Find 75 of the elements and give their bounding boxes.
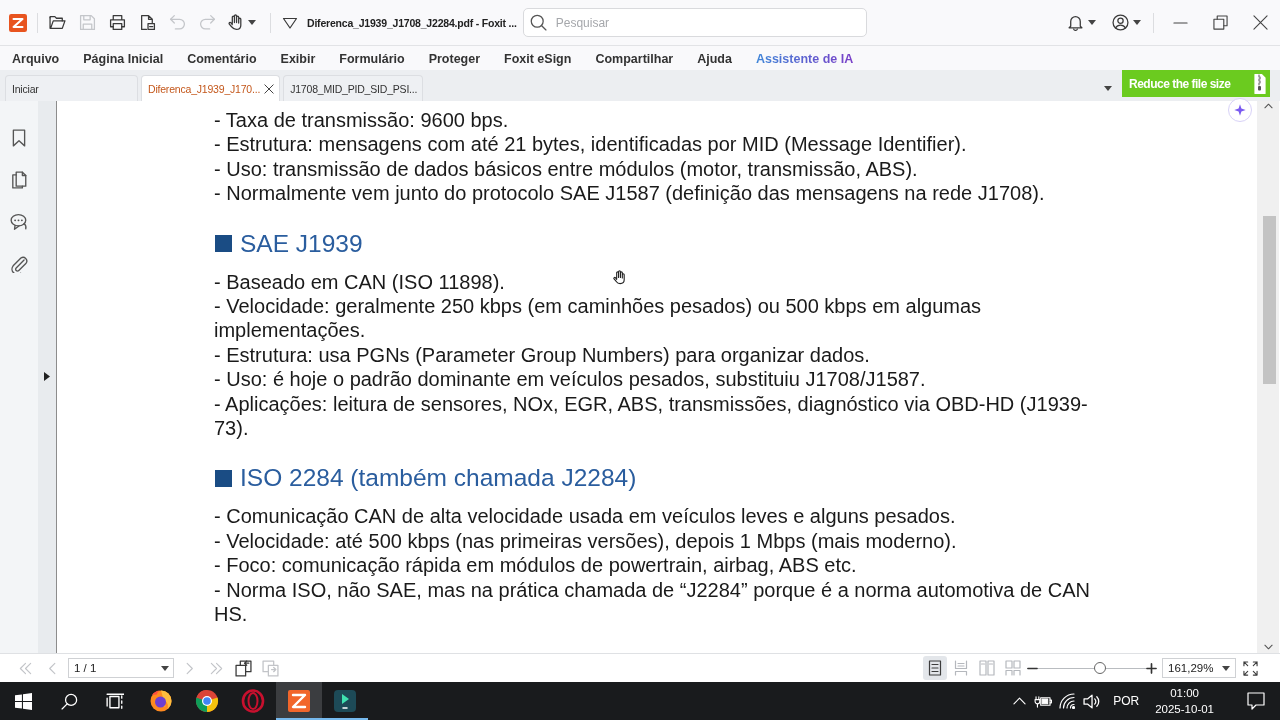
language-indicator[interactable]: POR — [1103, 682, 1148, 720]
close-icon[interactable] — [1252, 15, 1268, 30]
clock-button[interactable]: 01:00 2025-10-01 — [1147, 682, 1222, 720]
caret-icon[interactable] — [247, 20, 256, 25]
person-icon[interactable] — [1111, 14, 1129, 31]
speech-bubble-icon[interactable] — [1247, 692, 1265, 710]
list-item-text: - Foco: comunicação rápida em módulos de powertrain, airbag, ABS etc. — [214, 553, 857, 578]
list-item-text: - Uso: é hoje o padrão dominante em veículos pesados, substituiu J1708/J1587. — [214, 367, 926, 392]
app-icon[interactable] — [287, 689, 311, 713]
scrollbar-thumb[interactable] — [1262, 216, 1276, 384]
browser-icon[interactable] — [149, 689, 173, 713]
menu-item[interactable]: Comentário — [187, 49, 257, 69]
document-icon[interactable] — [138, 14, 156, 31]
menu-item[interactable]: Formulário — [339, 49, 405, 69]
list-item-text: - Normalmente vem junto do protocolo SAE J1587 (definição das mensagens na rede J1708). — [214, 181, 1045, 206]
menu-item[interactable]: Exibir — [280, 49, 316, 69]
list-item-text: - Aplicações: leitura de sensores, NOx, EGR, ABS, transmissões, diagnóstico via OBD-HD (J1939-73). — [214, 391, 1089, 441]
minus-icon[interactable] — [1027, 666, 1038, 670]
app-icon[interactable] — [333, 689, 357, 713]
folder-icon[interactable] — [48, 14, 66, 31]
square-icon — [215, 235, 232, 253]
caret-icon[interactable] — [1132, 20, 1141, 25]
list-item-text: - Baseado em CAN (ISO 11898). — [214, 269, 505, 295]
page-number-field[interactable]: 1 / 1 — [68, 658, 174, 678]
hand-cursor-icon — [612, 270, 627, 285]
app-logo-icon[interactable] — [9, 13, 27, 32]
list-item-text: - Velocidade: geralmente 250 kbps (em caminhões pesados) ou 500 kbps em algumas implementações. — [214, 294, 983, 343]
document-tab[interactable]: Diferenca_J1939_J170... — [141, 75, 281, 101]
start-icon[interactable] — [14, 692, 32, 710]
plus-icon[interactable] — [1146, 662, 1157, 674]
close-icon[interactable] — [264, 83, 275, 94]
list-item-text: - Velocidade: até 500 kbps (nas primeiras versões), depois 1 Mbps (mais moderno). — [214, 528, 957, 554]
pages-arrow-icon[interactable] — [235, 659, 252, 677]
browser-icon[interactable] — [195, 689, 219, 713]
document-tab[interactable]: J1708_MID_PID_SID_PSI... — [283, 75, 424, 101]
full-screen-icon[interactable] — [1243, 660, 1258, 676]
taskbar-app-button[interactable] — [276, 682, 322, 720]
caret-icon[interactable] — [161, 665, 169, 671]
search-icon[interactable] — [529, 14, 547, 31]
list-item-text: - Norma ISO, não SAE, mas na prática chamada de “J2284” porque é a norma automotiva de CAN HS. — [214, 577, 1091, 627]
list-item-text: - Comunicação CAN de alta velocidade usada em veículos leves e alguns pesados. — [214, 504, 956, 529]
menu-item[interactable]: Página Inicial — [83, 49, 164, 69]
menu-item[interactable]: Arquivo — [12, 49, 60, 69]
list-item-text: - Estrutura: mensagens com até 21 bytes, identificadas por MID (Message Identifier). — [214, 132, 967, 157]
menu-item[interactable]: Compartilhar — [595, 49, 674, 69]
hand-icon[interactable] — [226, 14, 244, 31]
list-item-text: - Estrutura: usa PGNs (Parameter Group Numbers) para organizar dados. — [214, 342, 870, 368]
document-tab[interactable]: Iniciar — [5, 75, 138, 101]
expand-arrow-icon[interactable] — [44, 371, 50, 381]
minimize-icon[interactable] — [1172, 21, 1188, 24]
restore-icon[interactable] — [1212, 15, 1228, 30]
menu-item[interactable]: Proteger — [428, 49, 481, 69]
menu-item[interactable]: Ajuda — [697, 49, 732, 69]
menu-item[interactable]: Foxit eSign — [504, 49, 572, 69]
zip-file-icon[interactable] — [1254, 73, 1266, 94]
chevron-down-icon[interactable] — [1263, 644, 1273, 650]
list-item-text: - Taxa de transmissão: 9600 bps. — [214, 108, 509, 133]
section-heading: ISO 2284 (também chamada J2284) — [240, 464, 637, 493]
section-heading: SAE J1939 — [240, 229, 363, 258]
slider-thumb[interactable] — [1093, 662, 1106, 674]
wifi-icon[interactable] — [1059, 693, 1076, 709]
search-icon[interactable] — [60, 692, 78, 710]
task-view-icon[interactable] — [106, 693, 124, 709]
zoom-field[interactable]: 161,29% — [1162, 658, 1236, 678]
battery-plug-icon[interactable] — [1033, 694, 1053, 708]
caret-icon[interactable] — [1222, 665, 1230, 671]
caret-icon[interactable] — [1087, 20, 1096, 25]
list-item-text: - Uso: transmissão de dados básicos entre módulos (motor, transmissão, ABS). — [214, 156, 918, 182]
speaker-icon[interactable] — [1082, 692, 1100, 710]
sparkle-icon[interactable] — [1233, 103, 1247, 117]
printer-icon[interactable] — [108, 14, 126, 31]
square-icon — [215, 469, 232, 487]
caret-icon[interactable] — [1104, 85, 1112, 91]
window-title: Diferenca_J1939_J1708_J2284.pdf - Foxit ... — [307, 16, 517, 29]
bell-icon[interactable] — [1066, 14, 1084, 31]
